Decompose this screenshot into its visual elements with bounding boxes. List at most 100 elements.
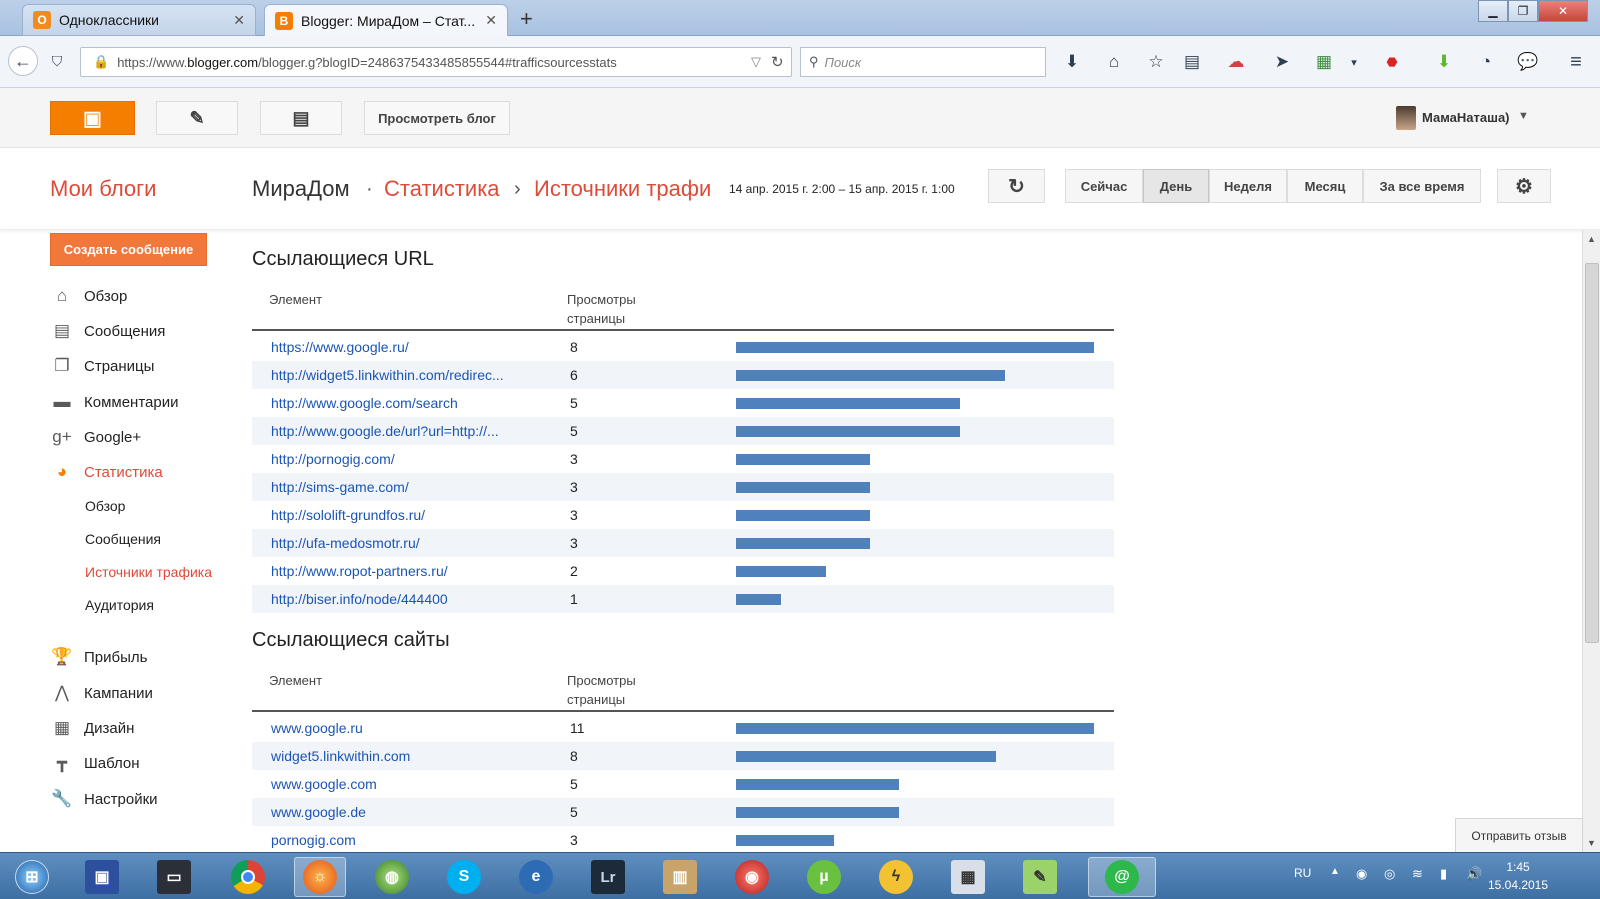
row-link[interactable]: http://www.google.de/url?url=http://... <box>271 423 499 439</box>
scroll-down-arrow[interactable]: ▼ <box>1587 838 1596 848</box>
close-icon[interactable]: ✕ <box>485 12 497 29</box>
user-name[interactable]: МамаНаташа) <box>1422 110 1510 125</box>
lightroom-icon[interactable]: Lr <box>582 857 634 897</box>
window-close-button[interactable]: ✕ <box>1538 0 1588 22</box>
lightning-app-icon[interactable]: ϟ <box>870 857 922 897</box>
row-link[interactable]: pornogig.com <box>271 832 356 848</box>
calculator-icon[interactable]: ▦ <box>942 857 994 897</box>
period-week-button[interactable]: Неделя <box>1209 169 1287 203</box>
download-icon[interactable]: ⬇ <box>1058 48 1086 76</box>
sidebar-item-posts[interactable]: ▤ Сообщения <box>50 318 165 344</box>
row-link[interactable]: www.google.de <box>271 804 366 820</box>
row-link[interactable]: http://www.ropot-partners.ru/ <box>271 563 448 579</box>
my-blogs-link[interactable]: Мои блоги <box>50 176 156 202</box>
sidebar-item-settings[interactable]: 🔧 Настройки <box>50 786 157 812</box>
sidebar-item-earnings[interactable]: 🏆 Прибыль <box>50 644 147 670</box>
download-green-icon[interactable]: ⬇ <box>1430 48 1458 76</box>
sidebar-item-pages[interactable]: ❐ Страницы <box>50 353 154 379</box>
search-box[interactable]: ⚲ Поиск <box>800 47 1046 77</box>
input-language[interactable]: RU <box>1294 866 1311 880</box>
sidebar-subitem-overview[interactable]: Обзор <box>85 498 125 514</box>
row-link[interactable]: http://www.google.com/search <box>271 395 458 411</box>
row-link[interactable]: www.google.com <box>271 776 377 792</box>
avatar[interactable] <box>1396 106 1416 130</box>
cloud-icon[interactable]: ☁ <box>1222 48 1250 76</box>
period-all-time-button[interactable]: За все время <box>1363 169 1481 203</box>
dropdown-icon[interactable]: ▽ <box>751 54 761 70</box>
url-bar[interactable]: 🔒 https://www. blogger.com/blogger.g?blog… <box>80 47 792 77</box>
posts-list-button[interactable]: ▤ <box>260 101 342 135</box>
globe-app-icon[interactable]: ◍ <box>366 857 418 897</box>
refresh-button[interactable]: ↻ <box>988 169 1045 203</box>
breadcrumb-stats[interactable]: Статистика <box>384 176 500 202</box>
adblock-icon[interactable]: ⬣ <box>1378 48 1406 76</box>
sidebar-item-template[interactable]: ┳ Шаблон <box>50 750 140 776</box>
period-day-button[interactable]: День <box>1143 169 1209 203</box>
back-button[interactable]: ← <box>8 46 38 76</box>
blogger-logo-button[interactable]: ▣ <box>50 101 135 135</box>
sidebar-item-comments[interactable]: ▬ Комментарии <box>50 389 179 415</box>
scanner-app-icon[interactable]: ▭ <box>148 857 200 897</box>
send-feedback-button[interactable]: Отправить отзыв <box>1455 818 1583 854</box>
sidebar-item-stats[interactable]: ◕ Статистика <box>50 459 163 485</box>
red-app-icon[interactable]: ◉ <box>726 857 778 897</box>
settings-button[interactable]: ⚙ <box>1497 169 1551 203</box>
row-link[interactable]: http://sims-game.com/ <box>271 479 409 495</box>
tray-app-icon[interactable]: ◉ <box>1356 866 1367 882</box>
row-link[interactable]: http://ufa-medosmotr.ru/ <box>271 535 420 551</box>
chevron-down-icon[interactable]: ▼ <box>1518 110 1529 122</box>
sidebar-item-google-plus[interactable]: g+ Google+ <box>50 424 141 450</box>
chrome-icon[interactable] <box>222 857 274 897</box>
notes-app-icon[interactable]: ✎ <box>1014 857 1066 897</box>
tray-expand-icon[interactable]: ▲ <box>1330 866 1340 877</box>
utorrent-icon[interactable]: µ <box>798 857 850 897</box>
row-link[interactable]: http://pornogig.com/ <box>271 451 395 467</box>
addon-grid-icon[interactable]: ▦ <box>1310 48 1338 76</box>
battery-icon[interactable]: ▮ <box>1440 866 1447 882</box>
browser-tab-blogger[interactable]: B Blogger: МираДом – Стат... ✕ <box>264 4 508 36</box>
new-tab-button[interactable]: + <box>520 6 533 32</box>
period-month-button[interactable]: Месяц <box>1287 169 1363 203</box>
firefox-icon[interactable]: ☼ <box>294 857 346 897</box>
chevron-down-icon[interactable]: ▾ <box>1340 48 1368 76</box>
skype-icon[interactable]: S <box>438 857 490 897</box>
chat-icon[interactable]: 💬 <box>1514 48 1542 76</box>
sidebar-subitem-posts[interactable]: Сообщения <box>85 531 161 547</box>
start-button[interactable]: ⊞ <box>6 857 58 897</box>
sidebar-subitem-audience[interactable]: Аудитория <box>85 597 154 613</box>
minimize-button[interactable]: ▁ <box>1478 0 1508 22</box>
reload-icon[interactable]: ↻ <box>771 53 784 71</box>
icq-app-icon[interactable]: @ <box>1088 857 1156 897</box>
sidebar-subitem-traffic-sources[interactable]: Источники трафика <box>85 564 212 580</box>
row-link[interactable]: https://www.google.ru/ <box>271 339 409 355</box>
browser-app-icon[interactable]: e <box>510 857 562 897</box>
history-icon[interactable]: ◔ <box>1472 48 1500 76</box>
row-link[interactable]: http://sololift-grundfos.ru/ <box>271 507 425 523</box>
row-link[interactable]: widget5.linkwithin.com <box>271 748 410 764</box>
save-app-icon[interactable]: ▣ <box>76 857 128 897</box>
sidebar-item-campaigns[interactable]: ⋀ Кампании <box>50 680 153 706</box>
create-post-button[interactable]: Создать сообщение <box>50 233 207 266</box>
row-link[interactable]: http://biser.info/node/444400 <box>271 591 448 607</box>
row-link[interactable]: http://widget5.linkwithin.com/redirec... <box>271 367 504 383</box>
sidebar-item-overview[interactable]: ⌂ Обзор <box>50 283 127 309</box>
close-icon[interactable]: ✕ <box>233 12 245 29</box>
reader-icon[interactable]: ▤ <box>1178 48 1206 76</box>
send-icon[interactable]: ➤ <box>1268 48 1296 76</box>
restore-button[interactable]: ❐ <box>1508 0 1538 22</box>
shield-icon[interactable]: ⛉ <box>42 46 72 76</box>
bookmark-star-icon[interactable]: ☆ <box>1142 48 1170 76</box>
period-now-button[interactable]: Сейчас <box>1065 169 1143 203</box>
home-icon[interactable]: ⌂ <box>1100 48 1128 76</box>
scroll-up-arrow[interactable]: ▲ <box>1587 234 1596 244</box>
row-link[interactable]: www.google.ru <box>271 720 363 736</box>
sidebar-item-layout[interactable]: ▦ Дизайн <box>50 715 134 741</box>
photos-app-icon[interactable]: ▥ <box>654 857 706 897</box>
view-blog-button[interactable]: Просмотреть блог <box>364 101 510 135</box>
menu-icon[interactable]: ≡ <box>1562 48 1590 76</box>
system-clock[interactable]: 1:45 15.04.2015 <box>1478 858 1558 894</box>
scrollbar-thumb[interactable] <box>1585 263 1599 643</box>
new-post-button[interactable]: ✎ <box>156 101 238 135</box>
wifi-icon[interactable]: ≋ <box>1412 866 1423 882</box>
vertical-scrollbar[interactable]: ▲ ▼ <box>1582 230 1600 852</box>
